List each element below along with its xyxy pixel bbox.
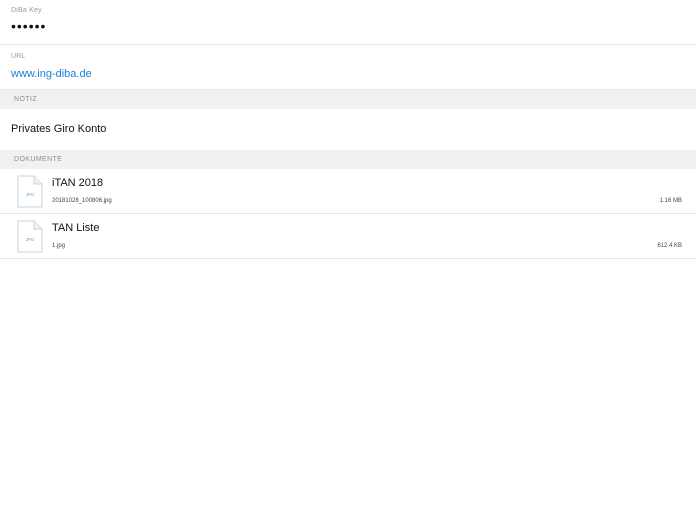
file-type-label: JPG bbox=[26, 237, 35, 242]
file-type-label: JPG bbox=[26, 192, 35, 197]
key-field-value[interactable]: •••••• bbox=[11, 19, 46, 33]
document-filename: 1.jpg bbox=[52, 243, 66, 249]
note-row[interactable]: Privates Giro Konto bbox=[0, 109, 696, 150]
document-title: iTAN 2018 bbox=[52, 177, 104, 189]
document-row-itan[interactable]: JPG iTAN 2018 20181028_100806.jpg 1.16 M… bbox=[0, 169, 696, 214]
jpg-file-icon: JPG bbox=[17, 175, 43, 208]
document-title: TAN Liste bbox=[52, 222, 100, 234]
document-row-tan-liste[interactable]: JPG TAN Liste 1.jpg 612.4 KB bbox=[0, 214, 696, 259]
jpg-file-icon: JPG bbox=[17, 220, 43, 253]
note-text: Privates Giro Konto bbox=[11, 123, 107, 135]
url-link[interactable]: www.ing-diba.de bbox=[11, 68, 92, 80]
entry-detail-view: DiBa Key •••••• URL www.ing-diba.de NOTI… bbox=[0, 0, 696, 522]
key-field[interactable]: DiBa Key •••••• bbox=[0, 0, 696, 45]
url-field-label: URL bbox=[11, 53, 26, 60]
section-header-notiz-label: NOTIZ bbox=[14, 96, 37, 103]
section-header-dokumente: DOKUMENTE bbox=[0, 150, 696, 169]
url-field[interactable]: URL www.ing-diba.de bbox=[0, 45, 696, 90]
key-field-label: DiBa Key bbox=[11, 7, 42, 14]
document-size: 612.4 KB bbox=[657, 243, 682, 249]
section-header-notiz: NOTIZ bbox=[0, 90, 696, 109]
document-filename: 20181028_100806.jpg bbox=[52, 198, 112, 204]
section-header-dokumente-label: DOKUMENTE bbox=[14, 156, 63, 163]
document-size: 1.16 MB bbox=[659, 198, 682, 204]
